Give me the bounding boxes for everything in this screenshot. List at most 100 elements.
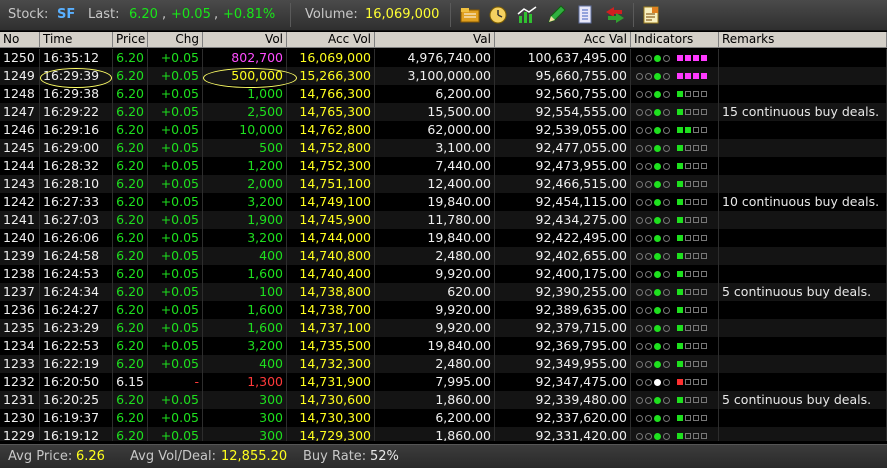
cell-indicators xyxy=(631,193,719,211)
column-header-remarks[interactable]: Remarks xyxy=(719,32,887,48)
cell-chg: +0.05 xyxy=(148,103,203,121)
indicator-dot xyxy=(636,54,643,62)
indicator-icons xyxy=(634,157,715,175)
column-header-vol[interactable]: Vol xyxy=(203,32,287,48)
column-header-val[interactable]: Val xyxy=(375,32,495,48)
table-row[interactable]: 1237 16:24:34 6.20 +0.05 100 14,738,800 620.00… xyxy=(0,283,887,301)
cell-price: 6.15 xyxy=(113,373,148,391)
table-row[interactable]: 1233 16:22:19 6.20 +0.05 400 14,732,300 2,480.… xyxy=(0,355,887,373)
indicator-dot xyxy=(636,324,643,332)
cell-time: 16:24:34 xyxy=(40,283,113,301)
table-row[interactable]: 1230 16:19:37 6.20 +0.05 300 14,730,300 6,200.… xyxy=(0,409,887,427)
table-row[interactable]: 1241 16:27:03 6.20 +0.05 1,900 14,745,900 11,7… xyxy=(0,211,887,229)
clock-icon[interactable] xyxy=(487,4,509,26)
cell-price: 6.20 xyxy=(113,301,148,319)
table-row[interactable]: 1235 16:23:29 6.20 +0.05 1,600 14,737,100 9,92… xyxy=(0,319,887,337)
indicator-square xyxy=(685,55,691,61)
table-row[interactable]: 1234 16:22:53 6.20 +0.05 3,200 14,735,500 19,8… xyxy=(0,337,887,355)
column-header-accval[interactable]: Acc Val xyxy=(495,32,631,48)
cell-remarks: 10 continuous buy deals. xyxy=(719,193,887,211)
cell-val: 9,920.00 xyxy=(375,301,495,319)
indicator-dot xyxy=(645,378,652,386)
indicator-dot xyxy=(654,306,661,314)
cell-no: 1249 xyxy=(0,67,40,85)
cell-accval: 92,379,715.00 xyxy=(495,319,631,337)
column-header-chg[interactable]: Chg xyxy=(148,32,203,48)
cell-val: 11,780.00 xyxy=(375,211,495,229)
document-icon[interactable] xyxy=(574,4,596,26)
table-row[interactable]: 1244 16:28:32 6.20 +0.05 1,200 14,752,300 7,44… xyxy=(0,157,887,175)
cell-no: 1237 xyxy=(0,283,40,301)
table-row[interactable]: 1250 16:35:12 6.20 +0.05 802,700 16,069,000 4,… xyxy=(0,49,887,67)
indicator-dot xyxy=(654,72,661,80)
table-row[interactable]: 1240 16:26:06 6.20 +0.05 3,200 14,744,000 19,8… xyxy=(0,229,887,247)
table-row[interactable]: 1239 16:24:58 6.20 +0.05 400 14,740,800 2,480.… xyxy=(0,247,887,265)
indicator-square xyxy=(677,253,683,259)
indicator-square xyxy=(677,379,683,385)
indicator-square xyxy=(685,325,691,331)
indicator-square xyxy=(685,109,691,115)
column-header-price[interactable]: Price xyxy=(113,32,148,48)
table-row[interactable]: 1231 16:20:25 6.20 +0.05 300 14,730,600 1,860.… xyxy=(0,391,887,409)
stock-symbol[interactable]: SF xyxy=(57,7,75,22)
indicator-icons xyxy=(634,229,715,247)
volume-label: Volume: xyxy=(305,7,358,22)
indicator-icons xyxy=(634,67,715,85)
column-header-accvol[interactable]: Acc Vol xyxy=(287,32,375,48)
table-row[interactable]: 1232 16:20:50 6.15-1,300 14,731,900 7,995.00… xyxy=(0,373,887,391)
table-row[interactable]: 1242 16:27:33 6.20 +0.05 3,200 14,749,100 19,8… xyxy=(0,193,887,211)
cell-time: 16:29:39 xyxy=(40,67,113,85)
cell-vol: 1,300 xyxy=(203,373,287,391)
table-row[interactable]: 1238 16:24:53 6.20 +0.05 1,600 14,740,400 9,92… xyxy=(0,265,887,283)
cell-remarks xyxy=(719,301,887,319)
table-row[interactable]: 1247 16:29:22 6.20 +0.05 2,500 14,765,300 15,5… xyxy=(0,103,887,121)
indicator-square xyxy=(693,235,699,241)
indicator-square xyxy=(693,127,699,133)
indicator-dot xyxy=(645,90,652,98)
cell-val: 3,100,000.00 xyxy=(375,67,495,85)
chart-icon[interactable] xyxy=(516,4,538,26)
cell-no: 1231 xyxy=(0,391,40,409)
column-header-indicators[interactable]: Indicators xyxy=(631,32,719,48)
indicator-square xyxy=(677,163,683,169)
volume-value: 16,069,000 xyxy=(365,7,440,22)
indicator-dot xyxy=(645,162,652,170)
cell-time: 16:29:00 xyxy=(40,139,113,157)
table-row[interactable]: 1246 16:29:16 6.20 +0.05 10,000 14,762,800 62,… xyxy=(0,121,887,139)
indicator-dot xyxy=(654,360,661,368)
indicator-square xyxy=(693,217,699,223)
table-row[interactable]: 1249 16:29:39 6.20 +0.05 500,000 15,266,300 3,… xyxy=(0,67,887,85)
indicator-square xyxy=(677,55,683,61)
indicator-square xyxy=(677,271,683,277)
cell-price: 6.20 xyxy=(113,391,148,409)
folder-icon[interactable] xyxy=(459,4,481,26)
transfer-icon[interactable] xyxy=(604,4,626,26)
indicator-square xyxy=(677,73,683,79)
column-header-time[interactable]: Time xyxy=(40,32,113,48)
cell-time: 16:20:50 xyxy=(40,373,113,391)
column-header-no[interactable]: No xyxy=(0,32,40,48)
table-row[interactable]: 1248 16:29:38 6.20 +0.05 1,000 14,766,300 6,20… xyxy=(0,85,887,103)
pencil-icon[interactable] xyxy=(545,4,567,26)
cell-time: 16:35:12 xyxy=(40,49,113,67)
cell-no: 1241 xyxy=(0,211,40,229)
stock-label: Stock: xyxy=(8,7,49,22)
cell-time: 16:29:16 xyxy=(40,121,113,139)
cell-price: 6.20 xyxy=(113,265,148,283)
table-row[interactable]: 1243 16:28:10 6.20 +0.05 2,000 14,751,100 12,4… xyxy=(0,175,887,193)
cell-accvol: 15,266,300 xyxy=(287,67,375,85)
table-row[interactable]: 1229 16:19:12 6.20 +0.05 300 14,729,300 1,860.… xyxy=(0,427,887,441)
table-row[interactable]: 1245 16:29:00 6.20 +0.05 500 14,752,800 3,100.… xyxy=(0,139,887,157)
indicator-square xyxy=(701,109,707,115)
table-row[interactable]: 1236 16:24:27 6.20 +0.05 1,600 14,738,700 9,92… xyxy=(0,301,887,319)
toolbar-divider xyxy=(290,3,291,27)
indicator-square xyxy=(693,91,699,97)
cell-vol: 1,600 xyxy=(203,265,287,283)
avg-price-label: Avg Price: xyxy=(8,449,73,464)
notes-icon[interactable] xyxy=(640,4,662,26)
cell-val: 6,200.00 xyxy=(375,85,495,103)
cell-indicators xyxy=(631,175,719,193)
indicator-dot xyxy=(654,108,661,116)
cell-chg: +0.05 xyxy=(148,355,203,373)
cell-time: 16:28:32 xyxy=(40,157,113,175)
